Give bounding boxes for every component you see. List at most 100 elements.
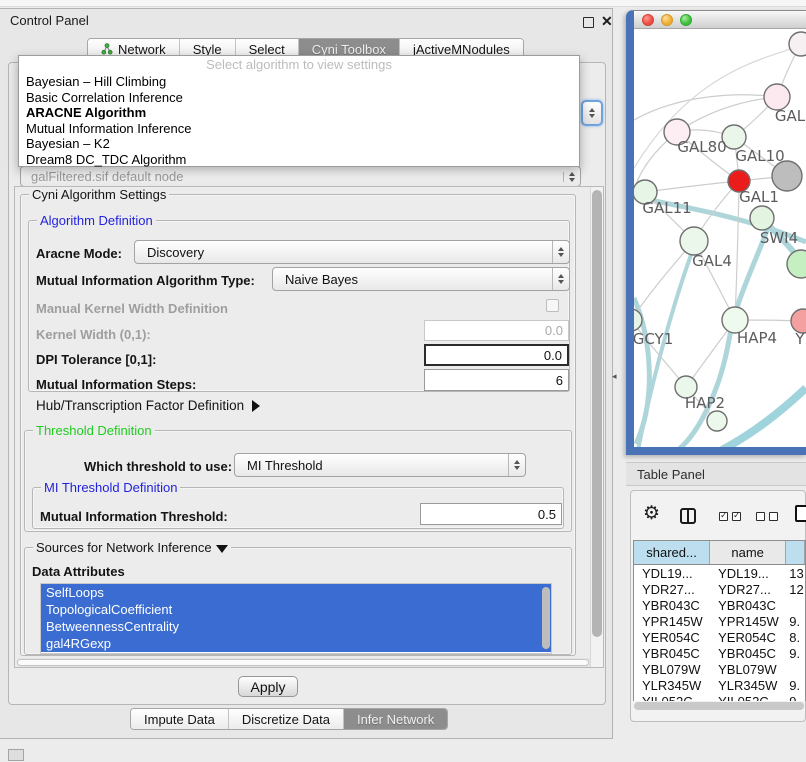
combo-spinner-icon — [552, 268, 569, 290]
deselect-all-checkboxes-icon[interactable] — [756, 512, 778, 521]
combo-spinner-icon — [552, 241, 569, 263]
table-cell: YIL052C — [634, 694, 710, 702]
network-node[interactable] — [750, 206, 774, 230]
algorithm-option[interactable]: Dream8 DC_TDC Algorithm — [19, 152, 579, 168]
network-svg[interactable]: GALGAL80GAL10GAL1GAL11SWI4GAL4GCY1HAP4YH… — [634, 29, 806, 447]
algorithm-option[interactable]: ARACNE Algorithm — [19, 105, 579, 121]
algorithm-dropdown-popup: Select algorithm to view settings Bayesi… — [18, 55, 580, 167]
tab-impute-data[interactable]: Impute Data — [131, 709, 229, 729]
network-node[interactable] — [789, 32, 806, 56]
column-divider — [687, 510, 689, 522]
sources-title: Sources for Network Inference — [33, 540, 231, 555]
table-row[interactable]: YDR27...YDR27...12 — [634, 581, 805, 597]
threshold-definition-title: Threshold Definition — [33, 423, 155, 438]
table-cell: YDR27... — [634, 582, 710, 597]
algorithm-placeholder: Select algorithm to view settings — [19, 56, 579, 74]
collapsed-arrow-icon — [252, 400, 260, 412]
algorithm-popup-list: Bayesian – Hill ClimbingBasic Correlatio… — [19, 74, 579, 167]
table-row[interactable]: YIL052CYIL052C9 — [634, 693, 805, 701]
algorithm-option[interactable]: Bayesian – Hill Climbing — [19, 74, 579, 90]
table-cell: 12 — [786, 582, 805, 597]
algorithm-option[interactable]: Bayesian – K2 — [19, 136, 579, 152]
column-header-name[interactable]: name — [710, 541, 786, 564]
data-attribute-item[interactable]: SelfLoops — [41, 584, 551, 601]
table-panel-title: Table Panel — [637, 467, 705, 482]
minimize-window-icon[interactable] — [661, 14, 673, 26]
table-hscrollbar-thumb[interactable] — [634, 702, 804, 710]
app-top-strip — [0, 0, 806, 7]
algorithm-option[interactable]: Mutual Information Inference — [19, 121, 579, 137]
data-attribute-item[interactable]: TopologicalCoefficient — [41, 601, 551, 618]
apply-button[interactable]: Apply — [238, 676, 298, 697]
algorithm-definition-title: Algorithm Definition — [37, 213, 156, 228]
node-table[interactable]: shared... name YDL19...YDL19...13YDR27..… — [633, 540, 806, 701]
column-header-shared-name[interactable]: shared... — [634, 541, 710, 564]
table-cell: YPR145W — [634, 614, 710, 629]
cyni-bottom-tabbar: Impute Data Discretize Data Infer Networ… — [130, 708, 448, 730]
inference-data-combobox[interactable]: galFiltered.sif default node — [20, 166, 581, 187]
minimized-panel-icon[interactable] — [8, 749, 24, 761]
mouse-cursor: ◂ — [612, 371, 617, 382]
table-cell: YBR043C — [710, 598, 786, 613]
float-window-icon[interactable] — [583, 17, 594, 28]
mi-algorithm-type-combobox[interactable]: Naive Bayes — [272, 267, 570, 291]
kernel-width-input[interactable]: 0.0 — [424, 320, 569, 341]
dpi-tolerance-input[interactable]: 0.0 — [424, 344, 569, 366]
table-row[interactable]: YBR045CYBR045C9. — [634, 645, 805, 661]
settings-vscrollbar-thumb[interactable] — [592, 190, 602, 637]
table-row[interactable]: YDL19...YDL19...13 — [634, 565, 805, 581]
mi-steps-label: Mutual Information Steps: — [36, 377, 196, 392]
aracne-mode-label: Aracne Mode: — [36, 246, 122, 261]
algorithm-combobox-spinner[interactable] — [581, 100, 603, 126]
control-panel-title: Control Panel — [10, 13, 89, 28]
table-cell: YBR043C — [634, 598, 710, 613]
network-window-titlebar[interactable] — [634, 11, 806, 29]
cyni-algorithm-settings-title: Cyni Algorithm Settings — [29, 187, 169, 202]
network-node[interactable] — [680, 227, 708, 255]
network-node[interactable] — [787, 250, 806, 278]
list-scrollbar-thumb[interactable] — [542, 587, 550, 649]
table-body: YDL19...YDL19...13YDR27...YDR27...12YBR0… — [634, 565, 805, 701]
manual-kernel-checkbox[interactable] — [546, 299, 559, 312]
hub-definition-toggle[interactable]: Hub/Transcription Factor Definition — [36, 398, 260, 413]
data-attribute-item[interactable]: BetweennessCentrality — [41, 618, 551, 635]
aracne-mode-combobox[interactable]: Discovery — [134, 240, 570, 264]
which-threshold-label: Which threshold to use: — [84, 459, 232, 474]
new-table-icon[interactable] — [795, 505, 806, 522]
which-threshold-combobox[interactable]: MI Threshold — [234, 453, 526, 477]
mi-steps-input[interactable]: 6 — [424, 369, 569, 391]
network-node-label: GAL4 — [692, 252, 732, 270]
zoom-window-icon[interactable] — [680, 14, 692, 26]
mi-threshold-input[interactable]: 0.5 — [420, 503, 562, 525]
table-row[interactable]: YLR345WYLR345W9. — [634, 677, 805, 693]
tab-infer-network[interactable]: Infer Network — [344, 709, 447, 729]
network-node[interactable] — [707, 411, 727, 431]
settings-hscrollbar-thumb[interactable] — [17, 659, 589, 666]
mi-threshold-title: MI Threshold Definition — [41, 480, 180, 495]
spinner-down-icon — [589, 114, 595, 118]
table-cell: YLR345W — [710, 678, 786, 693]
close-panel-icon[interactable]: ✕ — [601, 13, 613, 30]
table-cell: YDL19... — [634, 566, 710, 581]
table-row[interactable]: YBL079WYBL079W — [634, 661, 805, 677]
close-window-icon[interactable] — [642, 14, 654, 26]
column-chooser-icon[interactable] — [680, 508, 696, 524]
table-row[interactable]: YPR145WYPR145W9. — [634, 613, 805, 629]
expanded-arrow-icon — [216, 545, 228, 553]
column-header-partial[interactable] — [786, 541, 805, 564]
checked-checkbox-icon — [732, 512, 741, 521]
select-all-checkboxes-icon[interactable] — [719, 512, 741, 521]
table-row[interactable]: YER054CYER054C8. — [634, 629, 805, 645]
hub-definition-label: Hub/Transcription Factor Definition — [36, 398, 244, 413]
table-cell: YIL052C — [710, 694, 786, 702]
algorithm-option[interactable]: Basic Correlation Inference — [19, 90, 579, 106]
tab-discretize-data[interactable]: Discretize Data — [229, 709, 344, 729]
network-node[interactable] — [772, 161, 802, 191]
data-attribute-item[interactable]: gal4RGexp — [41, 635, 551, 652]
data-attributes-list[interactable]: SelfLoopsTopologicalCoefficientBetweenne… — [40, 583, 552, 654]
network-node-label: GAL10 — [735, 147, 784, 165]
network-edge — [634, 241, 694, 320]
table-row[interactable]: YBR043CYBR043C — [634, 597, 805, 613]
gear-icon[interactable]: ⚙ — [643, 504, 660, 523]
network-node-label: SWI4 — [760, 229, 798, 247]
